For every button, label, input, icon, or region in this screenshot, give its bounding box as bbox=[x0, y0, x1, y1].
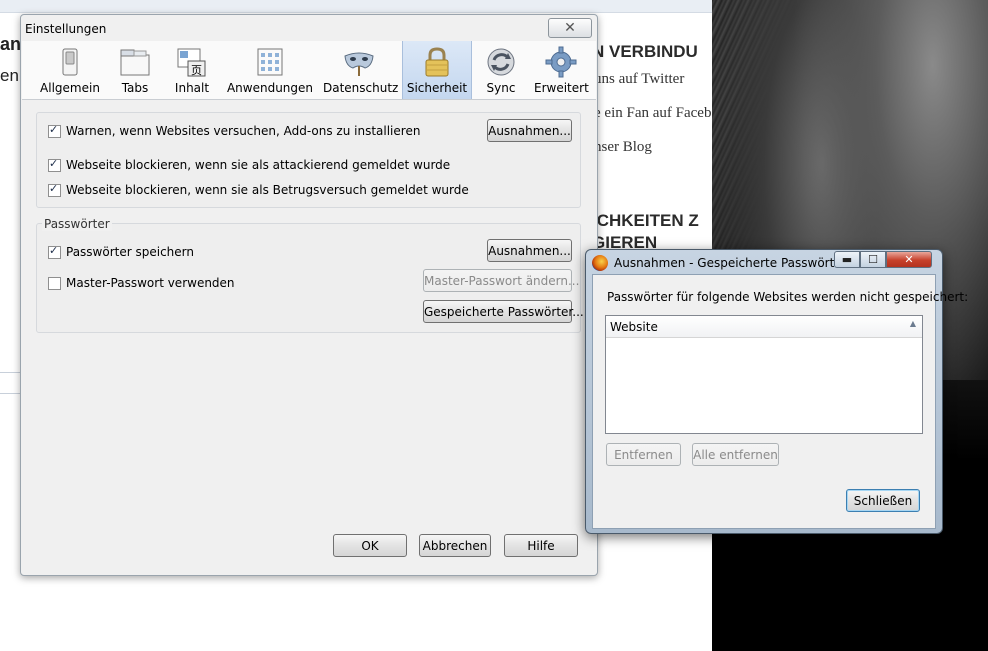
master-password-checkbox[interactable] bbox=[48, 277, 61, 290]
facebook-link[interactable]: e ein Fan auf Faceb bbox=[594, 105, 711, 122]
minimize-button[interactable]: ▬ bbox=[834, 251, 860, 268]
password-exceptions-button[interactable]: Ausnahmen... bbox=[487, 239, 572, 262]
ok-button[interactable]: OK bbox=[333, 534, 407, 557]
page-text-fragment: an bbox=[0, 34, 22, 54]
cancel-button[interactable]: Abbrechen bbox=[419, 534, 491, 557]
save-passwords-label[interactable]: Passwörter speichern bbox=[66, 245, 194, 259]
tab-tabs[interactable]: Tabs bbox=[118, 41, 152, 99]
twitter-link[interactable]: uns auf Twitter bbox=[594, 71, 684, 88]
tab-allgemein[interactable]: Allgemein bbox=[22, 41, 118, 99]
tab-label: Tabs bbox=[121, 81, 149, 95]
exceptions-title: Ausnahmen - Gespeicherte Passwörter bbox=[614, 256, 847, 270]
settings-titlebar[interactable]: Einstellungen ✕ bbox=[21, 15, 597, 41]
addons-exceptions-button[interactable]: Ausnahmen... bbox=[487, 119, 572, 142]
block-forgery-checkbox[interactable] bbox=[48, 182, 61, 197]
tab-inhalt[interactable]: 页 Inhalt bbox=[172, 41, 212, 99]
padlock-icon bbox=[425, 47, 449, 77]
maximize-icon: ☐ bbox=[868, 253, 878, 266]
settings-title: Einstellungen bbox=[25, 22, 107, 36]
tab-label: Sync bbox=[486, 81, 516, 95]
tab-erweitert[interactable]: Erweitert bbox=[534, 41, 589, 99]
website-column-label: Website bbox=[610, 320, 658, 334]
preferences-toolbar: Allgemein Tabs 页 Inhalt Anwendungen Date… bbox=[22, 41, 596, 100]
remove-button[interactable]: Entfernen bbox=[606, 443, 681, 466]
content-icon: 页 bbox=[177, 48, 206, 77]
tab-label: Allgemein bbox=[40, 81, 100, 95]
master-password-label[interactable]: Master-Passwort verwenden bbox=[66, 276, 235, 290]
security-group: Warnen, wenn Websites versuchen, Add-ons… bbox=[36, 112, 581, 208]
browser-topbar bbox=[0, 0, 712, 13]
tab-anwendungen[interactable]: Anwendungen bbox=[226, 41, 314, 99]
firefox-icon bbox=[592, 255, 608, 271]
help-button[interactable]: Hilfe bbox=[504, 534, 578, 557]
close-icon: ✕ bbox=[564, 20, 576, 36]
tab-label: Inhalt bbox=[174, 81, 210, 95]
website-column-header[interactable]: Website ▲ bbox=[606, 316, 922, 338]
tabs-icon bbox=[120, 49, 150, 76]
tab-sicherheit[interactable]: Sicherheit bbox=[402, 41, 472, 99]
maximize-button[interactable]: ☐ bbox=[860, 251, 886, 268]
saved-passwords-button[interactable]: Gespeicherte Passwörter... bbox=[423, 300, 584, 323]
sync-icon bbox=[487, 48, 515, 76]
close-dialog-button[interactable]: Schließen bbox=[846, 489, 920, 512]
exceptions-description: Passwörter für folgende Websites werden … bbox=[607, 290, 969, 304]
passwords-group: Passwörter speichern Ausnahmen... Master… bbox=[36, 223, 584, 333]
tab-label: Erweitert bbox=[534, 81, 589, 95]
minimize-icon: ▬ bbox=[841, 253, 853, 266]
close-button[interactable]: ✕ bbox=[886, 251, 932, 268]
remove-all-button[interactable]: Alle entfernen bbox=[692, 443, 779, 466]
gear-icon bbox=[545, 46, 577, 78]
tab-datenschutz[interactable]: Datenschutz bbox=[323, 41, 399, 99]
settings-dialog: Einstellungen ✕ Allgemein Tabs 页 Inhalt … bbox=[20, 14, 598, 576]
tab-label: Datenschutz bbox=[323, 81, 399, 95]
page-text-fragment: en bbox=[0, 66, 19, 85]
tab-sync[interactable]: Sync bbox=[480, 41, 522, 99]
change-master-password-button[interactable]: Master-Passwort ändern... bbox=[423, 269, 579, 292]
tab-label: Sicherheit bbox=[406, 81, 468, 95]
password-exceptions-dialog: Ausnahmen - Gespeicherte Passwörter ▬ ☐ … bbox=[585, 249, 968, 534]
applications-icon bbox=[257, 48, 283, 76]
block-forgery-label[interactable]: Webseite blockieren, wenn sie als Betrug… bbox=[66, 183, 469, 197]
connect-heading: N VERBINDU bbox=[592, 42, 698, 61]
close-button[interactable]: ✕ bbox=[548, 18, 592, 38]
options-heading: ICHKEITEN Z bbox=[592, 211, 699, 230]
switch-icon bbox=[62, 48, 78, 76]
block-attack-checkbox[interactable] bbox=[48, 157, 61, 172]
block-attack-label[interactable]: Webseite blockieren, wenn sie als attack… bbox=[66, 158, 450, 172]
sort-ascending-icon: ▲ bbox=[909, 319, 916, 328]
close-icon: ✕ bbox=[904, 253, 914, 266]
blog-link[interactable]: nser Blog bbox=[594, 139, 652, 156]
svg-text:页: 页 bbox=[191, 64, 202, 77]
passwords-group-caption: Passwörter bbox=[42, 217, 112, 231]
save-passwords-checkbox[interactable] bbox=[48, 244, 61, 259]
addons-warning-checkbox[interactable] bbox=[48, 123, 61, 138]
website-list[interactable]: Website ▲ bbox=[605, 315, 923, 434]
tab-label: Anwendungen bbox=[226, 81, 314, 95]
privacy-mask-icon bbox=[344, 52, 374, 76]
addons-warning-label[interactable]: Warnen, wenn Websites versuchen, Add-ons… bbox=[66, 124, 420, 138]
exceptions-content: Passwörter für folgende Websites werden … bbox=[592, 274, 968, 529]
